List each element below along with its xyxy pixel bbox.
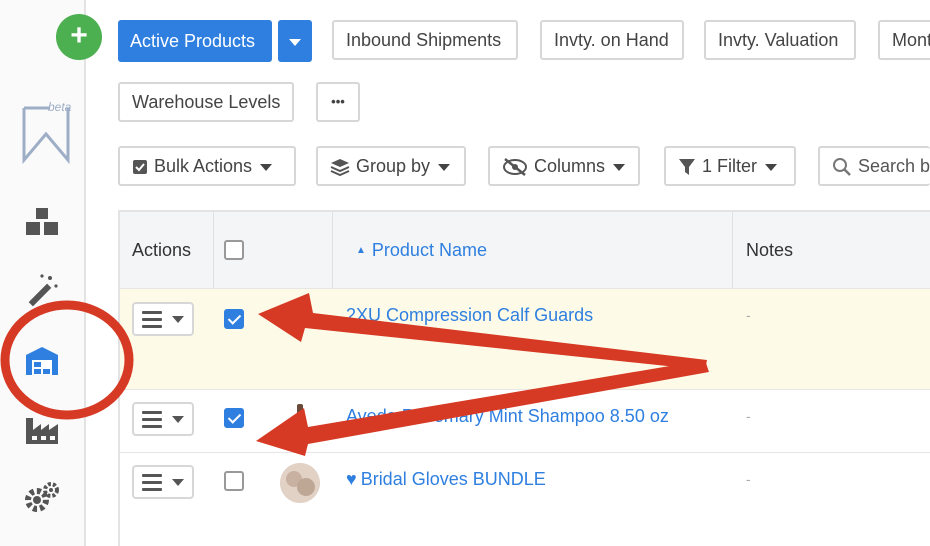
search-icon xyxy=(833,158,851,177)
table-row[interactable]: Aveda Rosemary Mint Shampoo 8.50 oz - xyxy=(120,389,930,452)
notes-column-header: Notes xyxy=(746,240,794,260)
chevron-down-icon xyxy=(289,38,301,46)
app-screen: beta + Active Products Inbound Shipments… xyxy=(0,0,930,546)
eye-slash-icon xyxy=(503,158,527,177)
chevron-down-icon xyxy=(438,163,451,171)
sidebar: beta xyxy=(0,0,86,546)
bulk-actions-label: Bulk Actions xyxy=(154,156,253,176)
chevron-down-icon xyxy=(172,416,184,423)
inbound-shipments-tab[interactable]: Inbound Shipments xyxy=(332,20,518,60)
beta-label: beta xyxy=(48,100,72,114)
row-checkbox[interactable] xyxy=(224,471,244,491)
table-row[interactable]: ♥ Bridal Gloves BUNDLE - xyxy=(120,452,930,546)
chevron-down-icon xyxy=(765,163,778,171)
row-checkbox[interactable] xyxy=(224,408,244,428)
product-note: - xyxy=(746,471,751,487)
factory-icon[interactable] xyxy=(24,412,60,448)
product-name-link[interactable]: ♥ Bridal Gloves BUNDLE xyxy=(346,469,546,490)
warehouse-icon[interactable] xyxy=(24,343,60,379)
product-thumbnail xyxy=(280,400,320,440)
inventory-on-hand-label: Invty. on Hand xyxy=(554,30,669,50)
chevron-down-icon xyxy=(613,163,626,171)
columns-label: Columns xyxy=(534,156,606,176)
row-actions-button[interactable] xyxy=(132,402,194,436)
chevron-down-icon xyxy=(260,163,273,171)
active-products-tab[interactable]: Active Products xyxy=(118,20,272,62)
add-button[interactable]: + xyxy=(56,14,102,60)
inventory-valuation-tab[interactable]: Invty. Valuation xyxy=(704,20,856,60)
more-tabs-button[interactable]: ••• xyxy=(316,82,360,122)
column-separator xyxy=(732,212,733,288)
warehouse-levels-label: Warehouse Levels xyxy=(132,92,281,112)
sort-ascending-icon: ▲ xyxy=(356,245,366,256)
columns-button[interactable]: Columns xyxy=(488,146,640,186)
row-actions-button[interactable] xyxy=(132,465,194,499)
warehouse-levels-tab[interactable]: Warehouse Levels xyxy=(118,82,294,122)
inventory-valuation-label: Invty. Valuation xyxy=(718,30,839,50)
product-name-link[interactable]: Aveda Rosemary Mint Shampoo 8.50 oz xyxy=(346,406,669,427)
chevron-down-icon xyxy=(172,316,184,323)
active-products-dropdown-button[interactable] xyxy=(278,20,312,62)
actions-column-header: Actions xyxy=(132,240,192,260)
active-products-label: Active Products xyxy=(130,31,256,51)
search-placeholder: Search b xyxy=(858,156,930,176)
inbound-shipments-label: Inbound Shipments xyxy=(346,30,502,50)
product-note: - xyxy=(746,408,751,424)
filter-button[interactable]: 1 Filter xyxy=(664,146,796,186)
inventory-on-hand-tab[interactable]: Invty. on Hand xyxy=(540,20,684,60)
chevron-down-icon xyxy=(172,479,184,486)
monthly-tab-label: Mont xyxy=(892,30,930,50)
bulk-actions-button[interactable]: Bulk Actions xyxy=(118,146,296,186)
column-separator xyxy=(332,212,333,288)
monthly-tab[interactable]: Mont xyxy=(878,20,930,60)
table-row[interactable]: 2XU Compression Calf Guards - xyxy=(120,288,930,389)
gear-icon[interactable] xyxy=(24,480,60,516)
product-note: - xyxy=(746,307,751,323)
more-icon: ••• xyxy=(331,94,345,109)
row-actions-button[interactable] xyxy=(132,302,194,336)
product-name-link[interactable]: 2XU Compression Calf Guards xyxy=(346,305,593,326)
group-by-button[interactable]: Group by xyxy=(316,146,466,186)
group-by-label: Group by xyxy=(356,156,431,176)
filter-icon xyxy=(679,159,695,176)
checkbox-icon xyxy=(133,160,147,175)
layers-icon xyxy=(330,159,350,177)
row-checkbox[interactable] xyxy=(224,309,244,329)
table-header: Actions ▲ Product Name Notes xyxy=(120,212,930,288)
products-table: Actions ▲ Product Name Notes 2XU Compress… xyxy=(118,210,930,546)
hamburger-icon xyxy=(142,311,162,332)
hamburger-icon xyxy=(142,474,162,495)
product-name-header-label: Product Name xyxy=(371,240,487,260)
heart-icon: ♥ xyxy=(346,469,357,489)
magic-wand-icon[interactable] xyxy=(24,272,60,308)
product-thumbnail xyxy=(280,463,320,503)
column-separator xyxy=(213,212,214,288)
boxes-icon[interactable] xyxy=(24,204,60,240)
product-name-column-header[interactable]: ▲ Product Name xyxy=(356,240,487,261)
product-thumbnail xyxy=(280,299,320,339)
select-all-checkbox[interactable] xyxy=(224,240,244,260)
filter-label: 1 Filter xyxy=(702,156,758,176)
search-input[interactable]: Search b xyxy=(818,146,930,186)
hamburger-icon xyxy=(142,411,162,432)
product-name-text: Bridal Gloves BUNDLE xyxy=(360,469,546,489)
